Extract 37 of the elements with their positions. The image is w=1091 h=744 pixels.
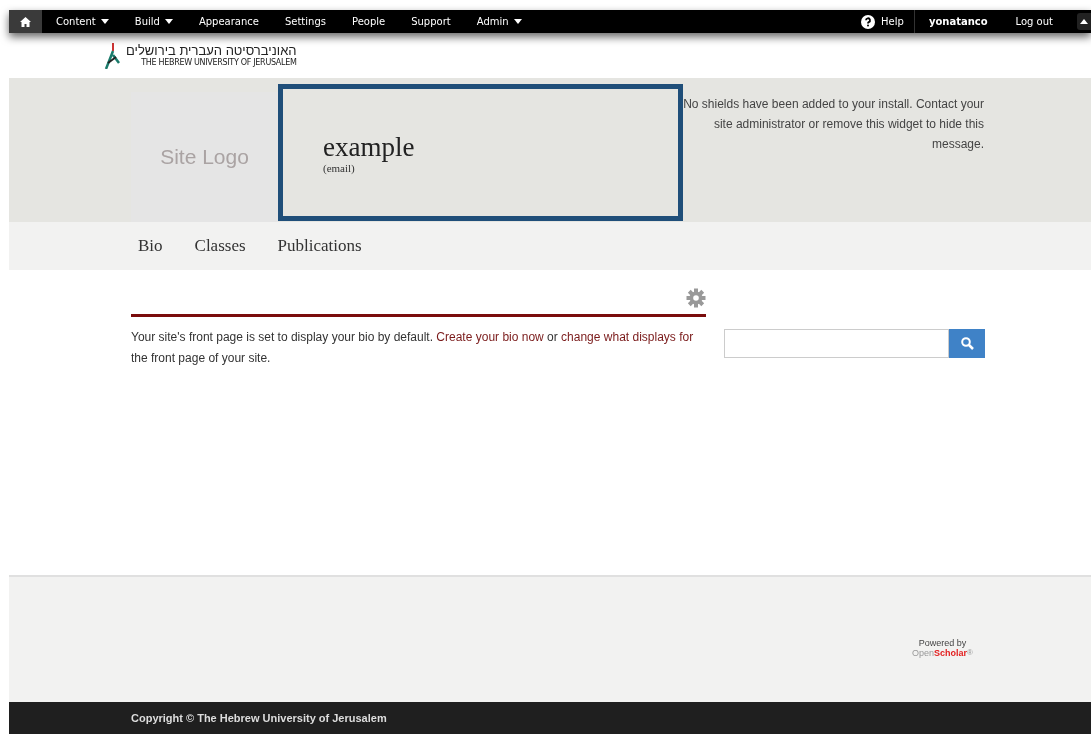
toolbar-menu-item[interactable]: Build — [121, 10, 186, 33]
university-logo-icon — [104, 42, 120, 69]
search-field[interactable] — [724, 329, 949, 358]
toolbar-menu-item[interactable]: People — [338, 10, 399, 33]
front-page-message: Your site's front page is set to display your bio by default. Create your bio now or change what displays for the front page of your site. — [131, 329, 695, 367]
site-subtitle: (email) — [323, 161, 355, 174]
nav-link[interactable]: Bio — [138, 236, 163, 256]
caret-up-icon — [1080, 19, 1088, 24]
toolbar-menu-item[interactable]: Admin — [463, 10, 535, 33]
brand-open: Open — [912, 647, 935, 658]
search-button[interactable] — [949, 329, 985, 358]
site-logo-placeholder: Site Logo — [160, 145, 249, 169]
site-title: example — [323, 131, 416, 162]
home-icon — [20, 16, 31, 27]
message-link[interactable]: change what displays for — [561, 330, 694, 344]
home-button[interactable] — [9, 10, 42, 33]
search-icon — [960, 337, 974, 350]
toolbar-menu-item[interactable]: Support — [398, 10, 464, 33]
university-name-hebrew: האוניברסיטה העברית בירושלים — [126, 43, 297, 58]
brand-scholar: Scholar — [934, 647, 968, 658]
shields-message: No shields have been added to your install. Contact your site administrator or remove this widget to hide this message. — [682, 96, 984, 153]
username: yonatanco — [927, 16, 989, 27]
logout-link[interactable]: Log out — [1001, 16, 1067, 27]
help-link[interactable]: Help — [851, 10, 914, 33]
toolbar-menu-item[interactable]: Content — [42, 10, 122, 33]
toolbar-menu-item[interactable]: Settings — [271, 10, 339, 33]
collapse-toolbar-button[interactable] — [1077, 13, 1091, 30]
nav-link[interactable]: Publications — [277, 236, 362, 256]
toolbar-menu-item[interactable]: Appearance — [185, 10, 272, 33]
university-name-english: THE HEBREW UNIVERSITY OF JERUSALEM — [141, 58, 297, 68]
help-icon — [861, 14, 876, 29]
message-link[interactable]: Create your bio now — [436, 330, 544, 344]
copyright-text: Copyright © The Hebrew University of Jerusalem — [131, 712, 387, 724]
settings-icon[interactable] — [686, 288, 706, 308]
nav-link[interactable]: Classes — [194, 236, 246, 256]
registered-mark: ® — [967, 647, 973, 658]
powered-by-label: Powered by — [918, 637, 967, 648]
